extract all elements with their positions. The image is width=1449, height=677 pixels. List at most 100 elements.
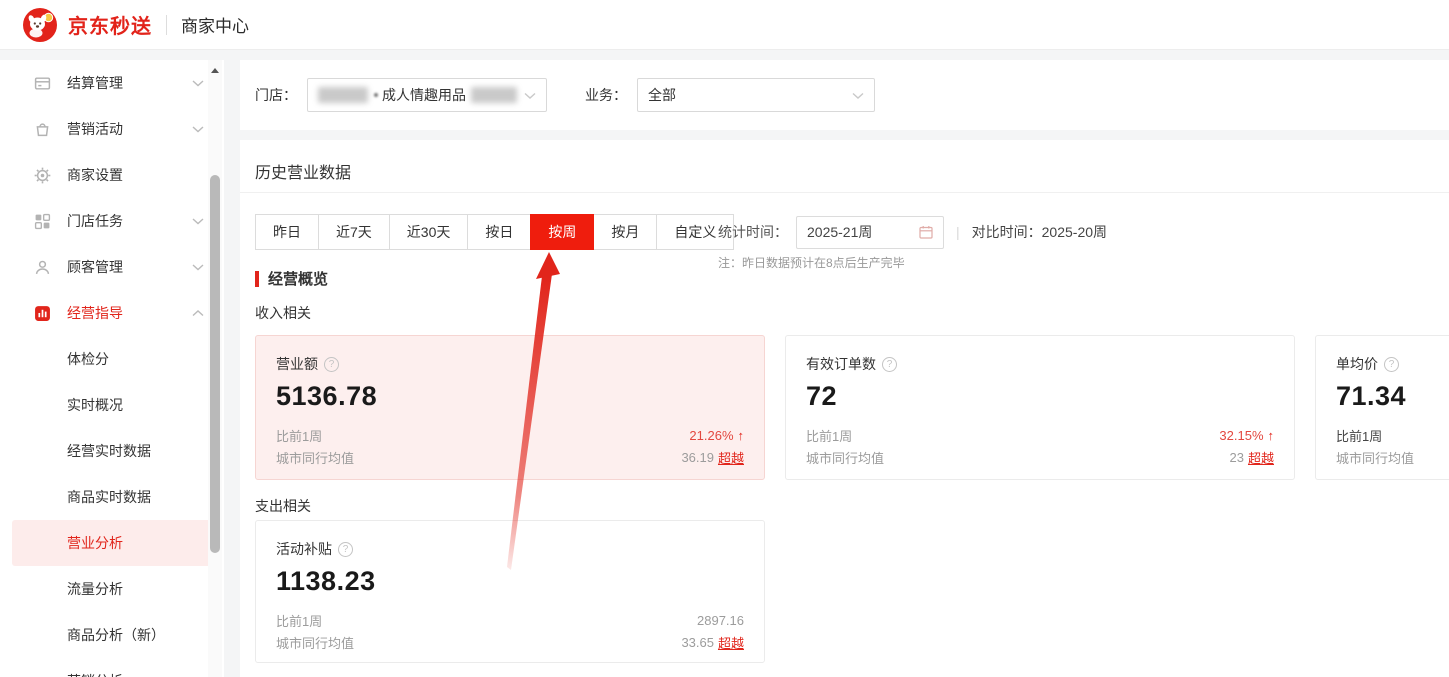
sidebar: 结算管理 营销活动: [0, 60, 224, 677]
settlement-icon: [34, 75, 51, 92]
sidebar-item-business-guidance[interactable]: 经营指导: [0, 290, 224, 336]
chevron-down-icon: [192, 125, 204, 133]
card-row: 城市同行均值 36.19 超越: [276, 446, 744, 468]
sidebar-scrollbar-thumb[interactable]: [210, 175, 220, 553]
sidebar-item-customers[interactable]: 顾客管理: [0, 244, 224, 290]
help-icon[interactable]: ?: [882, 357, 897, 372]
pipe-divider: |: [956, 224, 960, 240]
row-label: 城市同行均值: [806, 448, 884, 467]
row-value: 2897.16: [697, 613, 744, 628]
tab-by-week[interactable]: 按周: [530, 214, 594, 250]
sidebar-subitem-label: 实时概况: [67, 395, 123, 415]
stat-time-picker[interactable]: 2025-21周: [796, 216, 944, 249]
sidebar-item-marketing[interactable]: 营销活动: [0, 106, 224, 152]
tab-last-7-days[interactable]: 近7天: [318, 214, 390, 250]
calendar-icon: [919, 225, 933, 239]
sidebar-subitem-label: 营销分析: [67, 671, 123, 677]
sidebar-item-settings[interactable]: 商家设置: [0, 152, 224, 198]
divider: [240, 192, 1449, 193]
sidebar-subitem-health-score[interactable]: 体检分: [12, 336, 212, 382]
tab-yesterday[interactable]: 昨日: [255, 214, 319, 250]
sidebar-subitem-product-realtime-data[interactable]: 商品实时数据: [12, 474, 212, 520]
row-label: 比前1周: [1336, 426, 1382, 445]
row-value: 36.19: [681, 450, 714, 465]
card-row: 比前1周: [1336, 424, 1449, 446]
income-group-label: 收入相关: [255, 303, 311, 323]
up-arrow-icon: ↑: [1268, 428, 1275, 443]
redacted-blur: [471, 87, 517, 103]
card-row: 城市同行均值: [1336, 446, 1449, 468]
sidebar-item-settlement[interactable]: 结算管理: [0, 60, 224, 106]
business-select[interactable]: 全部: [637, 78, 875, 112]
sidebar-subitem-label: 商品分析（新）: [67, 625, 165, 645]
sidebar-item-label: 门店任务: [67, 211, 192, 231]
up-arrow-icon: ↑: [738, 428, 745, 443]
customers-icon: [34, 259, 51, 276]
overview-header: 经营概览: [255, 268, 328, 289]
row-value: 21.26%: [689, 428, 733, 443]
scroll-up-button[interactable]: [209, 64, 221, 76]
tab-by-month[interactable]: 按月: [593, 214, 657, 250]
card-value: 1138.23: [276, 566, 744, 597]
metric-card-valid-orders[interactable]: 有效订单数 ? 72 比前1周 32.15% ↑ 城市同行均值 23 超越: [785, 335, 1295, 480]
chevron-down-icon: [852, 92, 864, 100]
compare-time-text: 对比时间：2025-20周: [972, 222, 1107, 242]
sidebar-item-label: 经营指导: [67, 303, 192, 323]
card-row: 比前1周 21.26% ↑: [276, 424, 744, 446]
time-range-tabs: 昨日 近7天 近30天 按日 按周 按月 自定义: [255, 214, 734, 250]
row-label: 比前1周: [276, 611, 322, 630]
sidebar-subitem-realtime-overview[interactable]: 实时概况: [12, 382, 212, 428]
tab-by-day[interactable]: 按日: [467, 214, 531, 250]
card-value: 71.34: [1336, 381, 1449, 412]
card-title: 营业额: [276, 354, 318, 374]
sidebar-item-label: 商家设置: [67, 165, 204, 185]
metric-card-activity-subsidy[interactable]: 活动补贴 ? 1138.23 比前1周 2897.16 城市同行均值 33.65…: [255, 520, 765, 663]
chevron-down-icon: [192, 263, 204, 271]
help-icon[interactable]: ?: [338, 542, 353, 557]
row-label: 城市同行均值: [1336, 448, 1414, 467]
card-title: 活动补贴: [276, 539, 332, 559]
metric-card-revenue[interactable]: 营业额 ? 5136.78 比前1周 21.26% ↑ 城市同行均值 36.19…: [255, 335, 765, 480]
row-label: 城市同行均值: [276, 633, 354, 652]
exceed-badge[interactable]: 超越: [718, 448, 744, 467]
store-select[interactable]: 成人情趣用品: [307, 78, 547, 112]
grid-icon: [34, 213, 51, 230]
chevron-down-icon: [192, 79, 204, 87]
sidebar-subitem-product-analysis-new[interactable]: 商品分析（新）: [12, 612, 212, 658]
chart-icon: [34, 305, 51, 322]
card-value: 5136.78: [276, 381, 744, 412]
row-label: 比前1周: [276, 426, 322, 445]
overview-title: 经营概览: [268, 268, 328, 289]
card-row: 城市同行均值 23 超越: [806, 446, 1274, 468]
stat-time-value: 2025-21周: [807, 222, 872, 242]
marketing-icon: [34, 121, 51, 138]
help-icon[interactable]: ?: [1384, 357, 1399, 372]
filter-panel: 门店： 成人情趣用品 业务： 全部: [240, 60, 1449, 130]
sidebar-subitem-marketing-analysis[interactable]: 营销分析: [12, 658, 212, 677]
exceed-badge[interactable]: 超越: [718, 633, 744, 652]
chevron-down-icon: [192, 217, 204, 225]
help-icon[interactable]: ?: [324, 357, 339, 372]
sidebar-subitem-operation-realtime-data[interactable]: 经营实时数据: [12, 428, 212, 474]
business-filter-label: 业务：: [585, 85, 627, 105]
sidebar-subitem-business-analysis[interactable]: 营业分析: [12, 520, 212, 566]
chevron-up-icon: [192, 309, 204, 317]
expense-group-label: 支出相关: [255, 496, 311, 516]
card-title: 单均价: [1336, 354, 1378, 374]
sidebar-subitem-label: 经营实时数据: [67, 441, 151, 461]
scroll-up-arrow-icon: [211, 68, 219, 73]
row-label: 比前1周: [806, 426, 852, 445]
section-accent-bar: [255, 271, 259, 287]
tab-last-30-days[interactable]: 近30天: [389, 214, 469, 250]
row-value: 23: [1230, 450, 1244, 465]
stat-time-row: 统计时间： 2025-21周 | 对比时间：2025-20周: [718, 214, 1107, 250]
exceed-badge[interactable]: 超越: [1248, 448, 1274, 467]
sidebar-item-label: 结算管理: [67, 73, 192, 93]
sidebar-item-store-tasks[interactable]: 门店任务: [0, 198, 224, 244]
gear-icon: [34, 167, 51, 184]
row-value: 32.15%: [1219, 428, 1263, 443]
sidebar-item-label: 营销活动: [67, 119, 192, 139]
sidebar-subitem-traffic-analysis[interactable]: 流量分析: [12, 566, 212, 612]
sidebar-scrollbar[interactable]: [208, 60, 222, 677]
metric-card-avg-order-price[interactable]: 单均价 ? 71.34 比前1周 城市同行均值: [1315, 335, 1449, 480]
